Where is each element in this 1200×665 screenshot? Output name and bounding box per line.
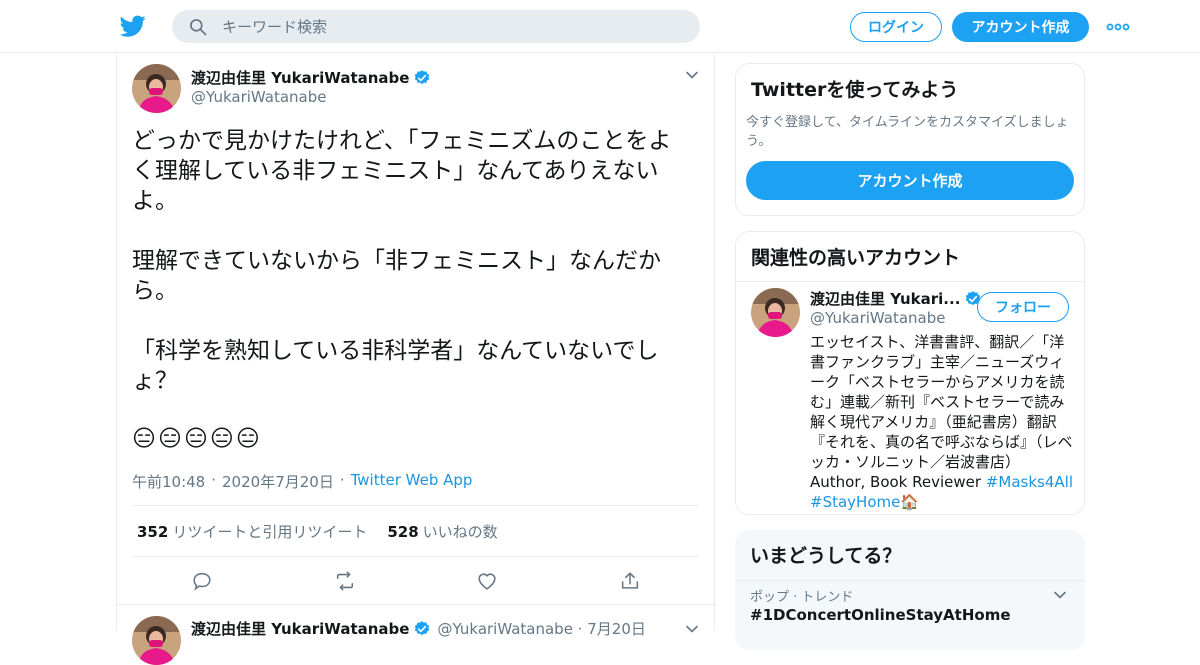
related-accounts-card: 関連性の高いアカウント 渡辺由佳里 Yukari... @YukariWatan… <box>735 231 1085 515</box>
search-bar[interactable] <box>172 10 700 43</box>
trends-title: いまどうしてる？ <box>735 530 1085 581</box>
verified-badge-icon <box>415 69 430 84</box>
divider <box>132 556 699 557</box>
hashtag-link[interactable]: #StayHome <box>810 493 900 511</box>
chevron-down-icon[interactable] <box>685 68 699 82</box>
signup-card-title: Twitterを使ってみよう <box>751 79 959 101</box>
bio-text: エッセイスト、洋書書評、翻訳／「洋書ファンクラブ」主宰／ニューズウィーク「ベスト… <box>810 333 1073 491</box>
author-name[interactable]: 渡辺由佳里 YukariWatanabe <box>191 67 431 88</box>
reply-avatar[interactable] <box>132 616 181 665</box>
chevron-down-icon[interactable] <box>1053 588 1067 602</box>
related-account-handle[interactable]: @YukariWatanabe <box>810 309 945 327</box>
reply-icon[interactable] <box>191 570 213 592</box>
signup-button[interactable]: アカウント作成 <box>952 12 1089 42</box>
like-icon[interactable] <box>476 570 498 592</box>
tweet-emoji: 😑😑😑😑😑 <box>132 426 262 452</box>
verified-badge-icon <box>415 620 430 635</box>
hashtag-link[interactable]: #Masks4All <box>986 473 1073 491</box>
author-handle[interactable]: @YukariWatanabe <box>191 88 326 106</box>
author-name-text[interactable]: 渡辺由佳里 YukariWatanabe <box>191 67 409 88</box>
signup-card: Twitterを使ってみよう 今すぐ登録して、タイムラインをカスタマイズしましょ… <box>735 63 1085 216</box>
trend-item[interactable]: #1DConcertOnlineStayAtHome <box>750 606 1011 624</box>
more-options-icon[interactable] <box>1106 17 1130 37</box>
tweet-detail: 渡辺由佳里 YukariWatanabe @YukariWatanabe どっか… <box>116 54 716 665</box>
related-account-name-text[interactable]: 渡辺由佳里 Yukari... <box>810 288 960 309</box>
top-navigation-bar: ログイン アカウント作成 <box>0 0 1200 53</box>
follow-button[interactable]: フォロー <box>977 292 1069 322</box>
chevron-down-icon[interactable] <box>685 622 699 636</box>
like-stat[interactable]: 528 いいねの数 <box>387 521 497 542</box>
trends-card: いまどうしてる？ ポップ · トレンド #1DConcertOnlineStay… <box>735 530 1085 650</box>
tweet-source-app[interactable]: Twitter Web App <box>351 471 473 492</box>
like-label: いいねの数 <box>422 523 498 541</box>
trend-category: ポップ · トレンド <box>750 590 854 605</box>
like-count: 528 <box>387 523 419 541</box>
search-icon <box>190 18 207 35</box>
related-avatar[interactable] <box>751 288 800 337</box>
retweet-label: リツイートと引用リツイート <box>172 523 368 541</box>
reply-author-name[interactable]: 渡辺由佳里 YukariWatanabe <box>191 618 409 639</box>
signup-card-subtitle: 今すぐ登録して、タイムラインをカスタマイズしましょう。 <box>746 115 1069 149</box>
avatar[interactable] <box>132 64 181 113</box>
share-icon[interactable] <box>619 570 641 592</box>
divider <box>132 505 699 506</box>
search-input[interactable] <box>222 17 662 36</box>
meta-separator: · <box>211 471 217 489</box>
tweet-stats: 352 リツイートと引用リツイート 528 いいねの数 <box>137 521 498 542</box>
login-button[interactable]: ログイン <box>850 12 942 42</box>
retweet-stat[interactable]: 352 リツイートと引用リツイート <box>137 521 367 542</box>
retweet-count: 352 <box>137 523 169 541</box>
retweet-icon[interactable] <box>334 570 356 592</box>
twitter-bird-icon[interactable] <box>120 13 146 39</box>
related-accounts-title: 関連性の高いアカウント <box>736 232 1084 282</box>
house-emoji: 🏠 <box>900 493 920 511</box>
meta-separator: · <box>339 471 345 489</box>
reply-author-handle[interactable]: @YukariWatanabe · 7月20日 <box>437 618 645 639</box>
related-account-name[interactable]: 渡辺由佳里 Yukari... <box>810 288 982 309</box>
related-account-bio: エッセイスト、洋書書評、翻訳／「洋書ファンクラブ」主宰／ニューズウィーク「ベスト… <box>810 332 1074 512</box>
reply-author[interactable]: 渡辺由佳里 YukariWatanabe @YukariWatanabe · 7… <box>191 618 646 639</box>
signup-card-button[interactable]: アカウント作成 <box>746 161 1074 200</box>
tweet-metadata: 午前10:48 · 2020年7月20日 · Twitter Web App <box>132 471 472 492</box>
tweet-actions <box>191 570 641 592</box>
divider <box>117 604 716 605</box>
tweet-date[interactable]: 2020年7月20日 <box>222 471 334 492</box>
tweet-text: どっかで見かけたけれど、「フェミニズムのことをよく理解している非フェミニスト」な… <box>132 128 672 394</box>
tweet-time[interactable]: 午前10:48 <box>132 471 205 492</box>
